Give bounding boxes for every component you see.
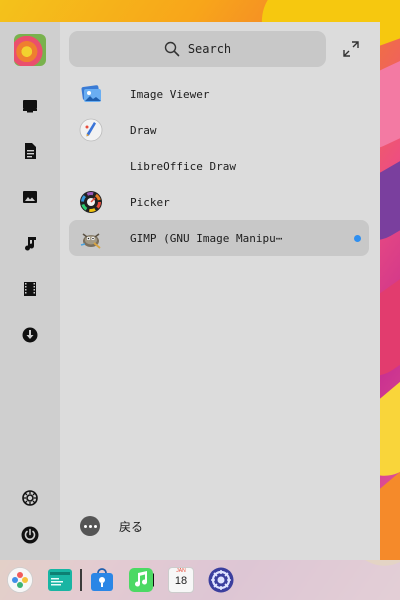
computer-icon[interactable] — [20, 96, 40, 116]
user-avatar[interactable] — [14, 34, 46, 66]
calendar-day: 18 — [174, 575, 188, 587]
dock-separator — [80, 569, 82, 591]
category-sidebar — [0, 22, 60, 560]
image-viewer-icon — [81, 85, 101, 102]
launcher-panel: Search Image Viewer Draw LibreOffice Dra… — [0, 22, 380, 560]
search-placeholder: Search — [187, 42, 232, 56]
gimp-icon — [80, 233, 101, 249]
picture-icon[interactable] — [20, 187, 40, 207]
search-icon — [164, 41, 180, 57]
app-item-draw[interactable]: Draw — [69, 112, 369, 148]
app-item-image-viewer[interactable]: Image Viewer — [69, 76, 369, 112]
back-label: 戻る — [119, 519, 144, 534]
app-label: GIMP (GNU Image Manipu⋯ — [130, 231, 283, 245]
more-icon — [80, 516, 100, 536]
settings-icon[interactable] — [20, 488, 40, 508]
calendar-month: JAN — [176, 568, 186, 574]
music-player-icon[interactable] — [128, 567, 154, 593]
search-field[interactable]: Search — [69, 31, 326, 67]
power-icon[interactable] — [20, 525, 40, 545]
app-item-gimp[interactable]: GIMP (GNU Image Manipu⋯ — [69, 220, 369, 256]
calendar-icon[interactable]: JAN 18 — [168, 567, 194, 593]
video-icon[interactable] — [20, 279, 40, 299]
app-label: Picker — [130, 195, 170, 209]
launcher-icon[interactable] — [7, 567, 33, 593]
system-settings-icon[interactable] — [208, 567, 234, 593]
download-icon[interactable] — [20, 325, 40, 345]
app-label: LibreOffice Draw — [130, 159, 236, 173]
draw-icon — [79, 118, 103, 142]
back-button[interactable]: 戻る — [80, 515, 143, 537]
color-picker-icon — [80, 191, 102, 213]
new-app-indicator — [354, 235, 361, 242]
app-store-icon[interactable] — [89, 567, 115, 593]
launcher-content: Search Image Viewer Draw LibreOffice Dra… — [60, 22, 380, 560]
expand-icon[interactable] — [342, 40, 360, 58]
music-icon[interactable] — [20, 233, 40, 253]
file-manager-icon[interactable] — [47, 567, 73, 593]
app-item-picker[interactable]: Picker — [69, 184, 369, 220]
app-label: Image Viewer — [130, 87, 210, 101]
app-item-libreoffice-draw[interactable]: LibreOffice Draw — [69, 148, 369, 184]
app-label: Draw — [130, 123, 157, 137]
dock: JAN 18 — [0, 560, 400, 600]
app-list: Image Viewer Draw LibreOffice Draw Picke… — [69, 76, 369, 256]
document-icon[interactable] — [20, 141, 40, 161]
